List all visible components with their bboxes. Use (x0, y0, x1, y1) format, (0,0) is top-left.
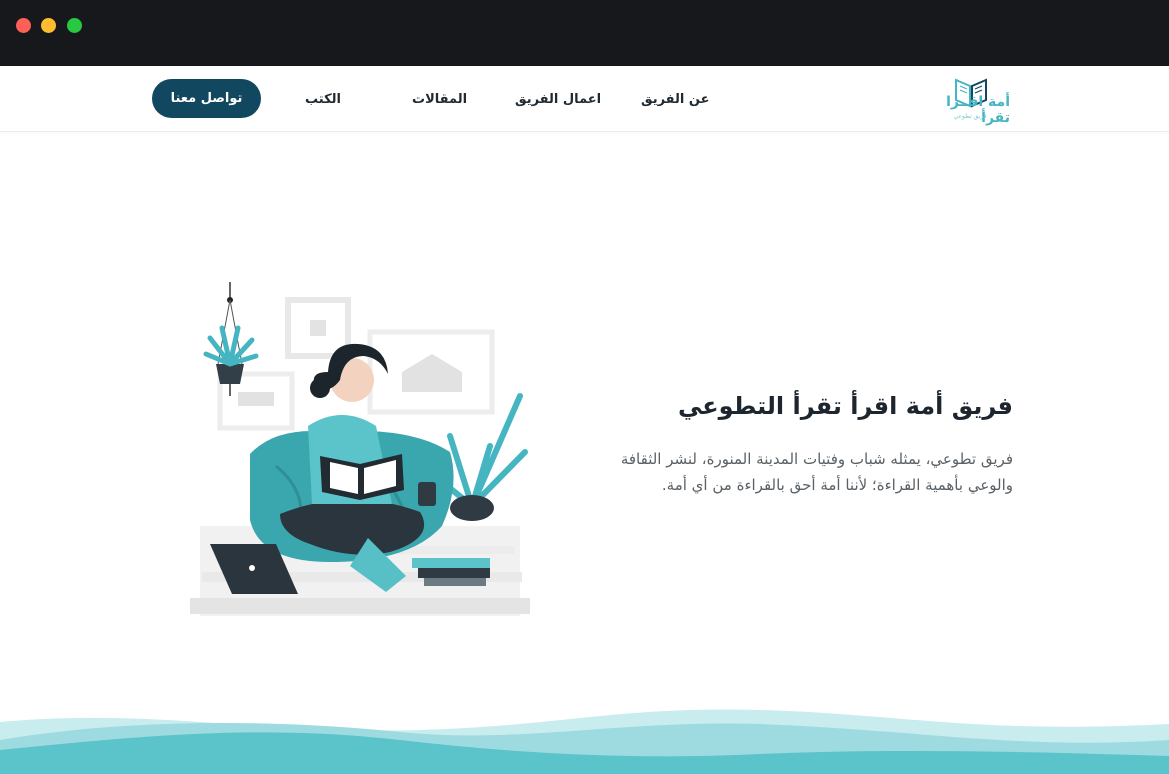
woman-reading-book-illustration (190, 282, 530, 616)
nav-link-articles[interactable]: المقالات (412, 92, 467, 107)
close-window-button[interactable] (16, 18, 31, 33)
footer-wave-decoration (0, 709, 1169, 774)
window-titlebar (0, 0, 1169, 66)
brand-logo[interactable]: أمة اقــرا تقرأ فريق تطوعي (930, 76, 1012, 126)
nav-link-about-team[interactable]: عن الفريق (641, 92, 710, 107)
nav-link-books[interactable]: الكتب (305, 92, 341, 107)
minimize-window-button[interactable] (41, 18, 56, 33)
maximize-window-button[interactable] (67, 18, 82, 33)
hero-title: فريق أمة اقرأ تقرأ التطوعي (677, 392, 1013, 420)
logo-title: أمة اقــرا تقرأ (946, 94, 1010, 126)
nav-link-team-works[interactable]: اعمال الفريق (515, 92, 601, 107)
navbar: تواصل معنا الكتب المقالات اعمال الفريق ع… (0, 66, 1169, 132)
contact-us-button[interactable]: تواصل معنا (152, 79, 261, 118)
logo-subtitle: فريق تطوعي (953, 113, 987, 120)
hero-description: فريق تطوعي، يمثله شباب وفتيات المدينة ال… (620, 450, 1013, 494)
